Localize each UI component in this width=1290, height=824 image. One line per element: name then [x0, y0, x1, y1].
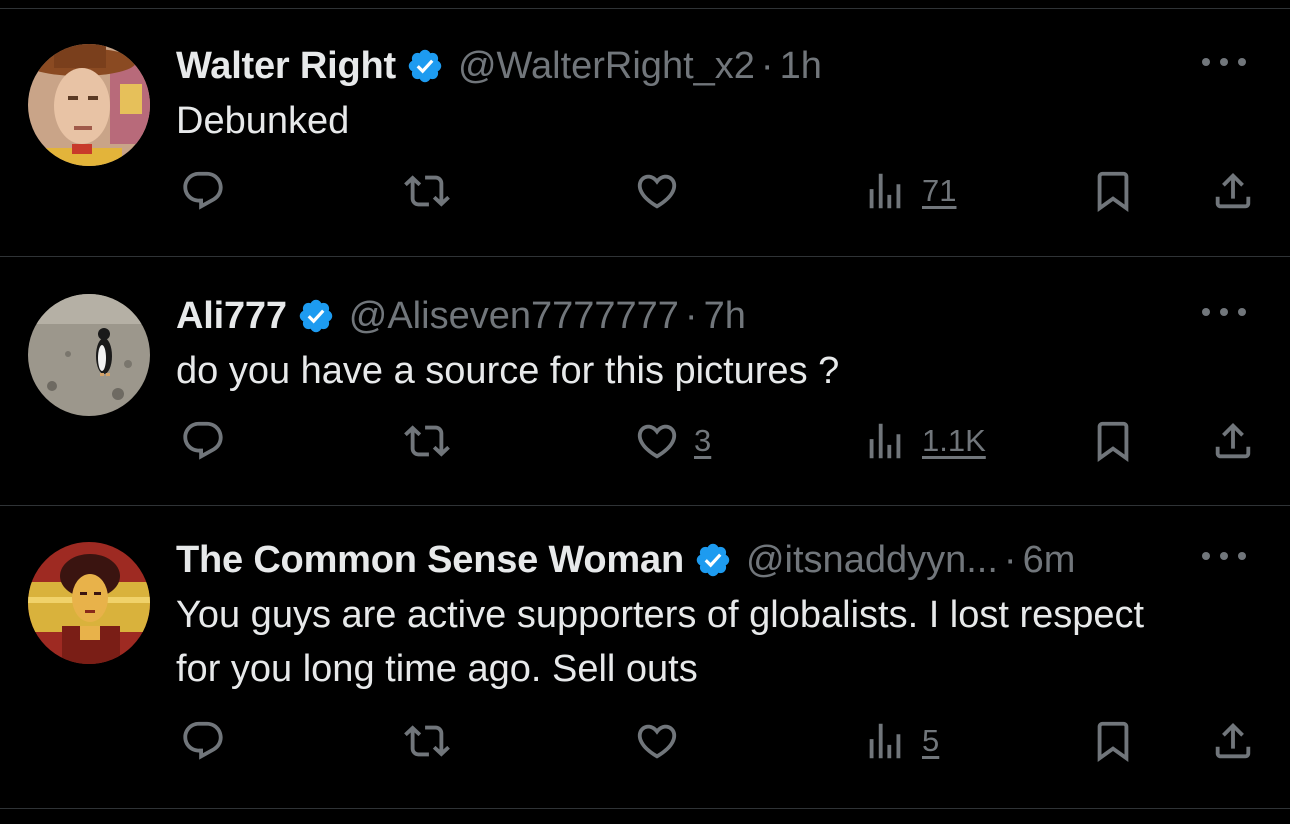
- repost-icon: [404, 725, 450, 757]
- post-divider: [0, 256, 1290, 257]
- action-bar: 3 1.1K: [0, 416, 1290, 466]
- share-icon: [1215, 422, 1251, 459]
- views-chart-icon: [869, 423, 901, 459]
- view-count[interactable]: 5: [922, 723, 939, 759]
- action-bar: 71: [0, 166, 1290, 216]
- repost-button[interactable]: [404, 166, 450, 216]
- timestamp[interactable]: 7h: [704, 294, 746, 338]
- bookmark-icon: [1097, 721, 1129, 762]
- timestamp[interactable]: 1h: [780, 44, 822, 88]
- view-count[interactable]: 71: [922, 173, 956, 209]
- repost-icon: [404, 175, 450, 207]
- post-text: Debunked: [176, 100, 350, 142]
- reply-icon: [183, 171, 223, 210]
- separator-dot: ·: [1003, 539, 1017, 581]
- reply-button[interactable]: [180, 166, 226, 216]
- views-button[interactable]: 1.1K: [862, 416, 986, 466]
- display-name[interactable]: Ali777: [176, 294, 287, 338]
- display-name[interactable]: The Common Sense Woman: [176, 538, 684, 582]
- reply-icon: [183, 721, 223, 760]
- bookmark-button[interactable]: [1090, 166, 1136, 216]
- reply-button[interactable]: [180, 416, 226, 466]
- bottom-divider: [0, 808, 1290, 809]
- penguin-avatar-icon: [28, 294, 150, 416]
- post-text: do you have a source for this pictures ?: [176, 350, 840, 392]
- timestamp[interactable]: 6m: [1023, 538, 1076, 582]
- share-icon: [1215, 722, 1251, 759]
- top-divider: [0, 8, 1290, 9]
- heart-icon: [637, 724, 677, 759]
- more-options-icon[interactable]: [1202, 50, 1246, 74]
- separator-dot: ·: [684, 295, 698, 337]
- view-count[interactable]: 1.1K: [922, 423, 986, 459]
- verified-badge-icon: [299, 299, 332, 333]
- user-handle[interactable]: @WalterRight_x2: [458, 44, 755, 88]
- bookmark-icon: [1097, 421, 1129, 462]
- avatar[interactable]: [28, 44, 150, 166]
- share-button[interactable]: [1210, 166, 1256, 216]
- post-divider: [0, 505, 1290, 506]
- like-button[interactable]: 3: [634, 416, 711, 466]
- share-button[interactable]: [1210, 416, 1256, 466]
- bookmark-icon: [1097, 171, 1129, 212]
- post-header: Walter Right @WalterRight_x2 · 1h: [176, 44, 822, 88]
- like-button[interactable]: [634, 716, 694, 766]
- more-options-icon[interactable]: [1202, 300, 1246, 324]
- user-handle[interactable]: @itsnaddyyn...: [746, 538, 998, 582]
- more-options-icon[interactable]: [1202, 544, 1246, 568]
- avatar[interactable]: [28, 294, 150, 416]
- post-text: You guys are active supporters of global…: [176, 594, 1145, 690]
- share-button[interactable]: [1210, 716, 1256, 766]
- repost-icon: [404, 425, 450, 457]
- like-button[interactable]: [634, 166, 694, 216]
- post-header: The Common Sense Woman @itsnaddyyn... · …: [176, 538, 1075, 582]
- bookmark-button[interactable]: [1090, 716, 1136, 766]
- display-name[interactable]: Walter Right: [176, 44, 396, 88]
- views-button[interactable]: 71: [862, 166, 956, 216]
- share-icon: [1215, 172, 1251, 209]
- woody-avatar-icon: [28, 44, 150, 166]
- heart-icon: [637, 174, 677, 209]
- post-header: Ali777 @Aliseven7777777 · 7h: [176, 294, 746, 338]
- woman-portrait-avatar-icon: [28, 542, 150, 664]
- verified-badge-icon: [408, 49, 442, 83]
- like-count[interactable]: 3: [694, 423, 711, 459]
- reply-icon: [183, 421, 223, 460]
- separator-dot: ·: [760, 45, 774, 87]
- heart-icon: [637, 424, 677, 459]
- avatar[interactable]: [28, 542, 150, 664]
- repost-button[interactable]: [404, 416, 450, 466]
- bookmark-button[interactable]: [1090, 416, 1136, 466]
- reply-button[interactable]: [180, 716, 226, 766]
- action-bar: 5: [0, 716, 1290, 766]
- views-chart-icon: [869, 173, 901, 209]
- verified-badge-icon: [696, 543, 730, 577]
- views-chart-icon: [869, 723, 901, 759]
- user-handle[interactable]: @Aliseven7777777: [349, 294, 679, 338]
- repost-button[interactable]: [404, 716, 450, 766]
- views-button[interactable]: 5: [862, 716, 939, 766]
